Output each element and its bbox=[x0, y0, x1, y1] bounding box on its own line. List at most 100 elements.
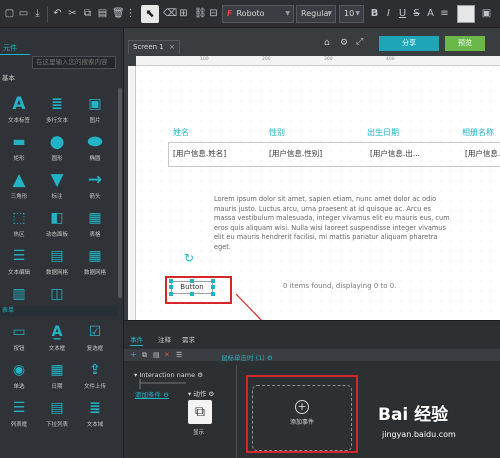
gear-icon[interactable]: ⚙ bbox=[208, 390, 214, 398]
widget-callout[interactable]: ▼ 标注 bbox=[40, 170, 74, 210]
add-condition-link[interactable]: 添加条件 ⚙ bbox=[135, 389, 169, 399]
widget-listbox[interactable]: ☰ 列表框 bbox=[2, 398, 36, 438]
resize-handle[interactable] bbox=[190, 292, 194, 296]
rotate-handle-icon[interactable]: ↻ bbox=[184, 251, 194, 265]
widget-paragraph[interactable]: ≣ 多行文本 bbox=[40, 94, 74, 134]
resize-handle[interactable] bbox=[169, 279, 173, 283]
strikethrough-icon[interactable]: S bbox=[411, 8, 422, 19]
border-icon[interactable]: ▣ bbox=[481, 8, 492, 19]
widget-label: 文件上传 bbox=[83, 384, 106, 390]
category-basic[interactable]: 基本 bbox=[0, 73, 118, 84]
image-icon: ▣ bbox=[88, 96, 102, 112]
show-action-icon[interactable]: ⧉ bbox=[188, 400, 212, 424]
undo-icon[interactable]: ↶ bbox=[52, 8, 63, 19]
resize-handle[interactable] bbox=[169, 292, 173, 296]
more-icon[interactable]: ⋮ bbox=[125, 8, 136, 19]
close-icon[interactable]: × bbox=[169, 41, 175, 54]
widget-label: 复选框 bbox=[86, 346, 104, 352]
delete-icon[interactable]: ✕ bbox=[164, 351, 170, 359]
gear-icon[interactable]: ⚙ bbox=[267, 354, 273, 362]
italic-icon[interactable]: I bbox=[383, 8, 394, 19]
left-panel-scrollbar[interactable] bbox=[118, 88, 122, 298]
widget-image[interactable]: ▣ 图片 bbox=[78, 94, 112, 134]
widget-layer[interactable]: ▥图层 bbox=[2, 284, 36, 324]
new-file-icon[interactable]: ▢ bbox=[4, 8, 15, 19]
paste-icon[interactable]: ▤ bbox=[97, 8, 108, 19]
gear-icon[interactable]: ⚙ bbox=[197, 371, 203, 379]
font-family-select[interactable]: 𝙁 Roboto ▼ bbox=[222, 5, 294, 23]
tab-notes[interactable]: 注释 bbox=[158, 335, 171, 346]
resize-handle[interactable] bbox=[190, 279, 194, 283]
widget-rectangle[interactable]: ▬ 矩形 bbox=[2, 132, 36, 172]
resize-handle[interactable] bbox=[169, 285, 173, 289]
preview-button[interactable]: 预览 bbox=[445, 36, 485, 51]
event-bar: + ⧉ ▤ ✕ ☰ bbox=[124, 349, 500, 361]
add-icon[interactable]: + bbox=[130, 350, 137, 359]
cut-icon[interactable]: ✂ bbox=[67, 8, 78, 19]
widget-dropdown[interactable]: ▤ 下拉列表 bbox=[40, 398, 74, 438]
resize-handle[interactable] bbox=[211, 285, 215, 289]
interaction-name[interactable]: ▾ Interaction name ⚙ bbox=[134, 371, 203, 379]
fill-color-swatch[interactable] bbox=[457, 5, 475, 23]
widget-hotspot[interactable]: ⬚ 热区 bbox=[2, 208, 36, 248]
widget-radio[interactable]: ◉ 单选 bbox=[2, 360, 36, 400]
share-button[interactable]: 分享 bbox=[379, 36, 439, 51]
resize-handle[interactable] bbox=[211, 292, 215, 296]
lorem-paragraph[interactable]: Lorem ipsum dolor sit amet, sapien etiam… bbox=[214, 195, 450, 253]
resize-handle[interactable] bbox=[211, 279, 215, 283]
text-color-icon[interactable]: A bbox=[425, 8, 436, 19]
font-weight-select[interactable]: Regular ▼ bbox=[296, 5, 336, 23]
widget-text-label[interactable]: A 文本标签 bbox=[2, 94, 36, 134]
widget-date[interactable]: ▦ 日期 bbox=[40, 360, 74, 400]
widget-circle[interactable]: ● 圆形 bbox=[40, 132, 74, 172]
underline-icon[interactable]: U bbox=[397, 8, 408, 19]
list-icon[interactable]: ☰ bbox=[176, 351, 182, 359]
table-header-gender: 性别 bbox=[269, 128, 285, 137]
link-icon[interactable]: ⛓ bbox=[194, 8, 207, 19]
align-icon[interactable]: ≡ bbox=[439, 8, 450, 19]
copy-icon[interactable]: ⧉ bbox=[82, 8, 93, 19]
delete-icon[interactable]: 🗑 bbox=[112, 8, 125, 19]
interaction-name-label: Interaction name bbox=[139, 371, 196, 379]
widget-ellipse[interactable]: ⬬ 椭圆 bbox=[78, 132, 112, 172]
format-painter-icon[interactable]: ⊞ bbox=[178, 8, 189, 19]
paragraph-icon: ≣ bbox=[51, 96, 63, 112]
widget-panel[interactable]: ◫面板 bbox=[40, 284, 74, 324]
style-icon[interactable]: ⊟ bbox=[208, 8, 219, 19]
widget-label: 矩形 bbox=[13, 156, 25, 162]
widget-triangle[interactable]: ▲ 三角形 bbox=[2, 170, 36, 210]
expand-icon[interactable]: ⤢ bbox=[356, 37, 363, 47]
eraser-icon[interactable]: ⌫ bbox=[163, 8, 177, 19]
bold-icon[interactable]: B bbox=[369, 8, 380, 19]
widget-arrow[interactable]: → 箭头 bbox=[78, 170, 112, 210]
widget-label: 文本域 bbox=[86, 422, 104, 428]
widget-table[interactable]: ▦ 表格 bbox=[78, 208, 112, 248]
widget-label: 热区 bbox=[13, 232, 25, 238]
widget-data-grid[interactable]: ▤ 数据网格 bbox=[40, 246, 74, 286]
paste-icon[interactable]: ▤ bbox=[153, 351, 160, 359]
widget-textbox[interactable]: A̲ 文本框 bbox=[40, 322, 74, 362]
widget-search-input[interactable] bbox=[32, 56, 116, 69]
widget-text-editor[interactable]: ☰ 文本编辑 bbox=[2, 246, 36, 286]
widget-checkbox[interactable]: ☑ 复选框 bbox=[78, 322, 112, 362]
widget-button[interactable]: ▭ 按钮 bbox=[2, 322, 36, 362]
widget-data-grid-2[interactable]: ▦ 数据网格 bbox=[78, 246, 112, 286]
widget-dynamic-panel[interactable]: ◧ 动态面板 bbox=[40, 208, 74, 248]
tab-screen-1[interactable]: Screen 1 × bbox=[128, 40, 180, 54]
select-tool-icon[interactable]: ⬉ bbox=[141, 5, 159, 23]
event-title[interactable]: 鼠标单击时 (1) ⚙ bbox=[221, 352, 273, 362]
rectangle-icon: ▬ bbox=[12, 134, 26, 150]
save-icon[interactable]: ⤓ bbox=[32, 8, 43, 19]
tab-requirements[interactable]: 需求 bbox=[182, 335, 195, 346]
tab-events[interactable]: 事件 bbox=[130, 335, 143, 346]
widget-textarea[interactable]: ≣ 文本域 bbox=[78, 398, 112, 438]
font-size-select[interactable]: 10 ▼ bbox=[339, 5, 364, 23]
copy-icon[interactable]: ⧉ bbox=[142, 351, 147, 360]
widget-label: 下拉列表 bbox=[45, 422, 68, 428]
home-icon[interactable]: ⌂ bbox=[324, 38, 330, 48]
settings-icon[interactable]: ⚙ bbox=[340, 38, 348, 48]
widget-file-upload[interactable]: ⇪ 文件上传 bbox=[78, 360, 112, 400]
category-form[interactable]: 表单 bbox=[0, 306, 118, 316]
open-folder-icon[interactable]: ▭ bbox=[18, 8, 29, 19]
items-found-text: 0 items found, displaying 0 to 0. bbox=[283, 282, 397, 290]
